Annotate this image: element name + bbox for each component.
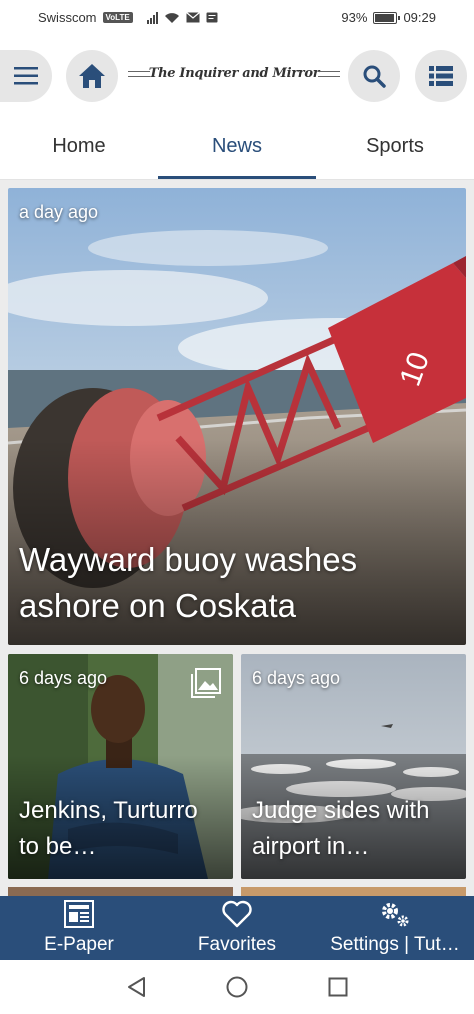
list-icon [429, 66, 453, 86]
home-button[interactable] [66, 50, 118, 102]
recents-square-icon [328, 977, 348, 997]
story-card[interactable]: 6 days ago Jenkins, Turturro to be… [8, 654, 233, 879]
tab-sports[interactable]: Sports [316, 114, 474, 179]
app-bar: The Inquirer and Mirror [0, 36, 474, 114]
next-story-card-peek[interactable] [241, 887, 466, 896]
story-time: a day ago [19, 202, 99, 222]
story-headline[interactable]: Jenkins, Turturro to be… [19, 793, 219, 865]
nav-settings[interactable]: Settings | Tut… [316, 896, 474, 960]
list-view-button[interactable] [415, 50, 467, 102]
message-icon [206, 12, 218, 23]
clock: 09:29 [403, 10, 436, 25]
heart-icon [222, 900, 252, 928]
newspaper-logo[interactable]: The Inquirer and Mirror [128, 62, 340, 84]
next-story-card-peek[interactable] [8, 887, 233, 896]
battery-icon [373, 11, 401, 24]
nav-favorites-label: Favorites [197, 934, 277, 955]
story-time: 6 days ago [19, 668, 108, 688]
status-left: Swisscom VoLTE [38, 10, 218, 25]
bottom-nav: E-Paper Favorites Settings | Tut… [0, 896, 474, 960]
gallery-icon [191, 668, 221, 698]
mail-icon [185, 12, 200, 23]
system-nav-bar [0, 960, 474, 1014]
status-right: 93% 09:29 [341, 10, 436, 25]
nav-epaper-label: E-Paper [44, 934, 114, 955]
story-headline[interactable]: Wayward buoy washes ashore on Coskata [19, 537, 452, 629]
nav-favorites[interactable]: Favorites [158, 896, 316, 960]
section-tabs: Home News Sports [0, 114, 474, 180]
hamburger-menu-icon [14, 67, 38, 85]
volte-badge: VoLTE [102, 12, 133, 23]
system-home-button[interactable] [225, 975, 249, 999]
menu-button[interactable] [0, 50, 52, 102]
story-time: 6 days ago [252, 668, 341, 688]
search-button[interactable] [348, 50, 400, 102]
status-bar: Swisscom VoLTE 93% 09:29 [0, 0, 474, 36]
news-feed[interactable]: 10 a day ago Wayward buoy washes ashore … [0, 180, 474, 896]
back-triangle-icon [128, 977, 145, 997]
tab-home[interactable]: Home [0, 114, 158, 179]
story-headline[interactable]: Judge sides with airport in… [252, 793, 452, 865]
gears-icon [382, 903, 409, 927]
nav-epaper[interactable]: E-Paper [0, 896, 158, 960]
carrier-name: Swisscom [38, 10, 97, 25]
signal-icon [146, 11, 158, 24]
back-button[interactable] [124, 975, 148, 999]
battery-percent: 93% [341, 10, 368, 25]
home-icon [79, 64, 105, 88]
home-circle-icon [226, 976, 248, 998]
nav-settings-label: Settings | Tut… [330, 934, 460, 955]
lead-story-card[interactable]: 10 a day ago Wayward buoy washes ashore … [8, 188, 466, 645]
story-card[interactable]: 6 days ago Judge sides with airport in… [241, 654, 466, 879]
wifi-icon [164, 12, 179, 23]
recents-button[interactable] [326, 975, 350, 999]
search-icon [363, 65, 386, 88]
tab-news[interactable]: News [158, 114, 316, 179]
newspaper-icon [64, 900, 94, 928]
